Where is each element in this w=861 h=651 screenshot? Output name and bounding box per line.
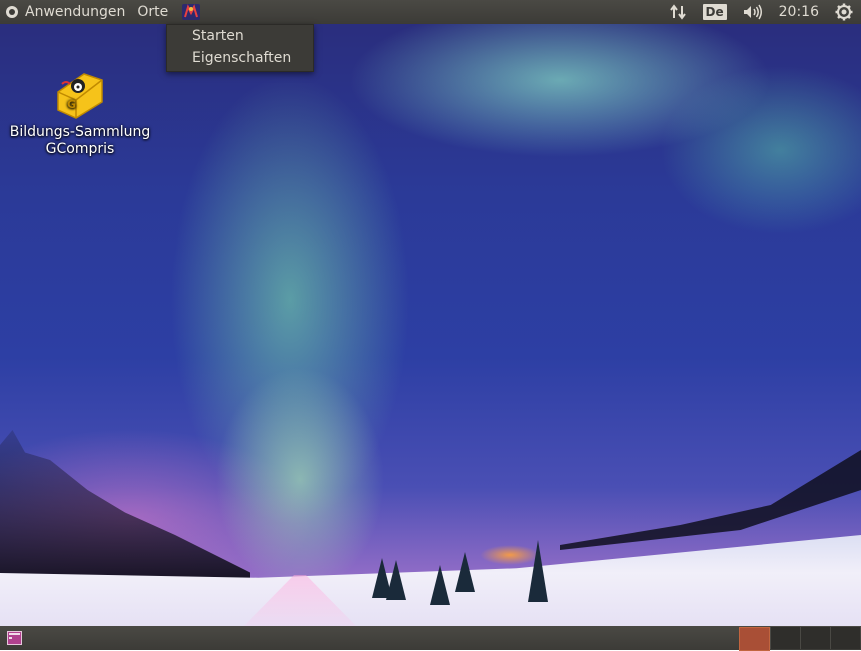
- places-menu-label: Orte: [137, 4, 169, 20]
- wallpaper-tree: [430, 565, 450, 605]
- network-arrows-icon: [669, 4, 686, 20]
- svg-text:G: G: [67, 98, 76, 111]
- top-panel: Anwendungen Orte De 20:16: [0, 0, 861, 24]
- bottom-panel: [0, 626, 861, 651]
- desktop-icon-label-line2: GCompris: [45, 141, 115, 157]
- ubuntu-logo-icon: [6, 6, 18, 18]
- volume-indicator[interactable]: [735, 0, 771, 24]
- applications-menu-label: Anwendungen: [25, 4, 126, 20]
- workspace-3[interactable]: [800, 627, 830, 649]
- clock-indicator[interactable]: 20:16: [771, 0, 827, 24]
- applications-menu[interactable]: Anwendungen: [0, 0, 131, 24]
- network-indicator[interactable]: [661, 0, 695, 24]
- panel-indicators: De 20:16: [661, 0, 861, 24]
- wallpaper-tree: [455, 552, 475, 592]
- clock: 20:16: [778, 4, 819, 20]
- workspace-1[interactable]: [739, 627, 770, 651]
- power-gear-icon: [835, 3, 853, 21]
- desktop-icon-gcompris[interactable]: G Bildungs-Sammlung GCompris: [6, 70, 154, 158]
- session-indicator[interactable]: [827, 0, 861, 24]
- workspace-4[interactable]: [830, 627, 860, 649]
- keyboard-layout-badge: De: [702, 4, 727, 20]
- show-desktop-icon: [7, 631, 22, 645]
- workspace-switcher: [739, 627, 860, 651]
- menu-item-eigenschaften[interactable]: Eigenschaften: [167, 47, 313, 69]
- keyboard-indicator[interactable]: De: [695, 0, 735, 24]
- wallpaper-tree: [386, 560, 406, 600]
- places-menu[interactable]: Orte: [131, 0, 174, 24]
- show-desktop-button[interactable]: [7, 631, 22, 645]
- launcher-context-menu: Starten Eigenschaften: [166, 24, 314, 72]
- gcompris-launcher-icon[interactable]: [180, 1, 202, 23]
- gcompris-icon: G: [54, 70, 106, 122]
- desktop-icon-label-line1: Bildungs-Sammlung: [9, 124, 151, 140]
- speaker-volume-icon: [743, 4, 762, 20]
- wallpaper-tree: [528, 540, 548, 602]
- workspace-2[interactable]: [770, 627, 800, 649]
- menu-item-starten[interactable]: Starten: [167, 25, 313, 47]
